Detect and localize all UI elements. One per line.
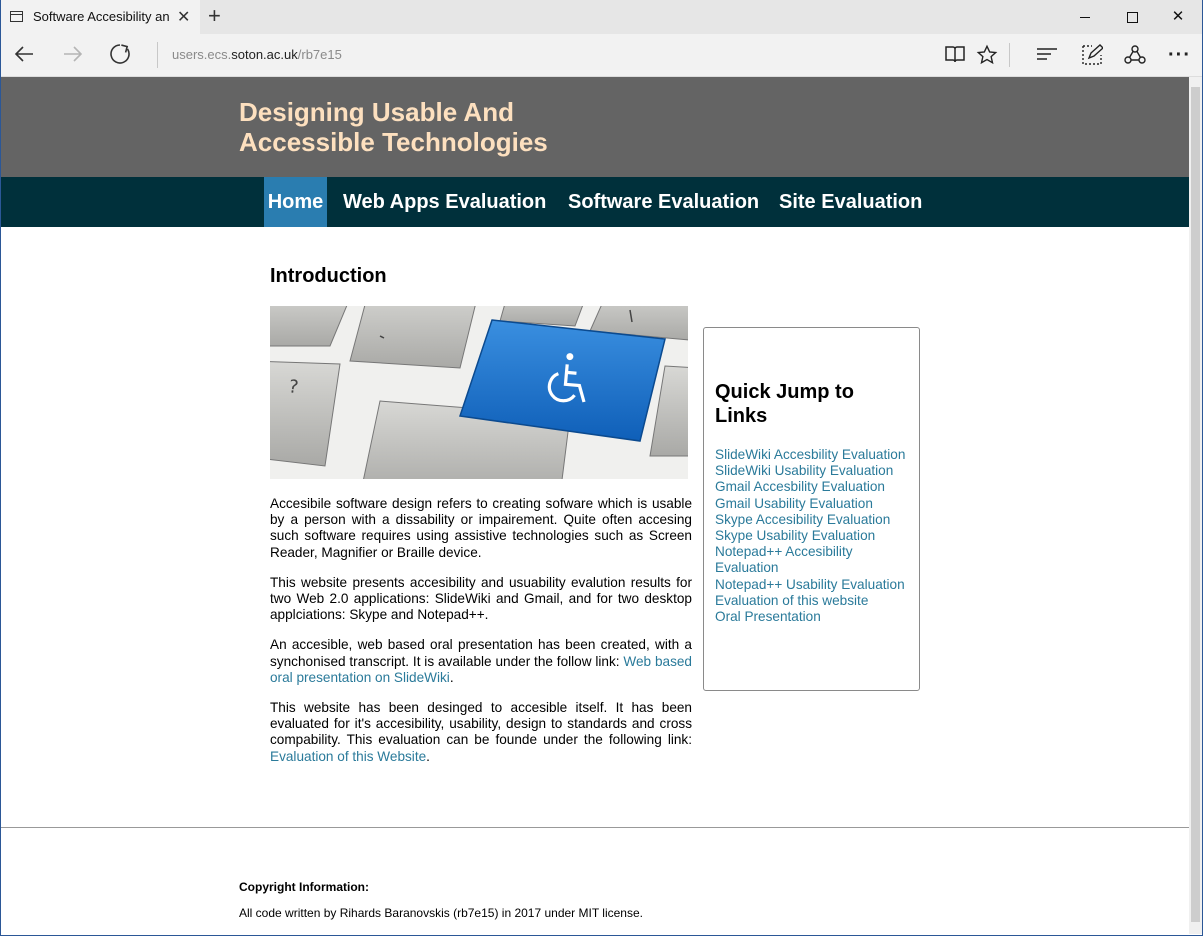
quick-link-slidewiki-accessibility[interactable]: SlideWiki Accesbility Evaluation	[715, 447, 905, 462]
list-item: Notepad++ Accesibility Evaluation	[715, 544, 911, 576]
quick-link-skype-accessibility[interactable]: Skype Accesibility Evaluation	[715, 512, 890, 527]
browser-window: Software Accesibility an ✕ + ✕ users.ecs…	[0, 0, 1203, 936]
web-note-icon[interactable]	[1081, 44, 1105, 72]
favorite-star-icon[interactable]	[976, 44, 998, 72]
quick-link-notepad-accessibility[interactable]: Notepad++ Accesibility Evaluation	[715, 544, 853, 575]
divider	[1009, 43, 1010, 67]
introduction-heading: Introduction	[270, 265, 387, 287]
quick-link-oral-presentation[interactable]: Oral Presentation	[715, 609, 821, 624]
site-title-line-1: Designing Usable And	[239, 97, 514, 127]
list-item: Skype Usability Evaluation	[715, 528, 911, 544]
site-navigation: Home Web Apps Evaluation Software Evalua…	[1, 177, 1189, 227]
quick-link-gmail-accessibility[interactable]: Gmail Accesbility Evaluation	[715, 479, 885, 494]
website-evaluation-link[interactable]: Evaluation of this Website	[270, 749, 426, 764]
list-item: Notepad++ Usability Evaluation	[715, 577, 911, 593]
more-icon[interactable]: ···	[1168, 44, 1191, 67]
nav-link-site-evaluation[interactable]: Site Evaluation	[779, 177, 922, 227]
nav-link-software-evaluation[interactable]: Software Evaluation	[568, 177, 759, 227]
list-item: Gmail Accesbility Evaluation	[715, 479, 911, 495]
site-title-line-2: Accessible Technologies	[239, 127, 548, 157]
nav-link-home[interactable]: Home	[264, 177, 327, 227]
vertical-scrollbar[interactable]	[1189, 77, 1202, 934]
url-host: soton.ac.uk	[231, 47, 298, 62]
hub-icon[interactable]	[1036, 44, 1058, 70]
url-field[interactable]: users.ecs.soton.ac.uk/rb7e15	[172, 47, 342, 62]
nav-link-web-apps-evaluation[interactable]: Web Apps Evaluation	[343, 177, 546, 227]
keyboard-image-drawing: ?	[270, 306, 688, 479]
tab-title: Software Accesibility an	[33, 9, 170, 24]
paragraph-3: An accesible, web based oral presentatio…	[270, 637, 692, 686]
paragraph-2: This website presents accesibility and u…	[270, 574, 692, 623]
paragraph-3-end: .	[449, 669, 454, 685]
footer-divider	[1, 827, 1189, 828]
footer-copyright-text: All code written by Rihards Baranovskis …	[239, 906, 643, 920]
site-header: Designing Usable And Accessible Technolo…	[1, 77, 1189, 177]
close-icon: ✕	[1171, 8, 1185, 25]
browser-tab[interactable]: Software Accesibility an ✕	[1, 0, 200, 34]
divider	[157, 42, 158, 68]
quick-links-list: SlideWiki Accesbility Evaluation SlideWi…	[715, 447, 911, 625]
paragraph-4-end: .	[426, 748, 430, 764]
share-icon[interactable]	[1124, 44, 1146, 72]
web-page: Designing Usable And Accessible Technolo…	[1, 77, 1189, 934]
page-icon	[10, 11, 23, 22]
forward-arrow-icon[interactable]	[61, 42, 85, 72]
footer-title: Copyright Information:	[239, 880, 369, 894]
paragraph-4: This website has been desinged to accesi…	[270, 700, 692, 765]
quick-link-notepad-usability[interactable]: Notepad++ Usability Evaluation	[715, 577, 905, 592]
list-item: SlideWiki Accesbility Evaluation	[715, 447, 911, 463]
address-bar-row: users.ecs.soton.ac.uk/rb7e15 ···	[1, 34, 1202, 77]
quick-link-gmail-usability[interactable]: Gmail Usability Evaluation	[715, 496, 873, 511]
back-arrow-icon[interactable]	[12, 42, 36, 72]
paragraph-1: Accesibile software design refers to cre…	[270, 496, 692, 560]
accessibility-keyboard-image: ?	[270, 306, 688, 479]
url-path: /rb7e15	[297, 47, 342, 62]
list-item: Gmail Usability Evaluation	[715, 496, 911, 512]
list-item: Evaluation of this website	[715, 593, 911, 609]
list-item: Oral Presentation	[715, 609, 911, 625]
maximize-button[interactable]	[1109, 0, 1155, 34]
new-tab-icon[interactable]: +	[208, 3, 221, 29]
quick-links-box: Quick Jump to Links SlideWiki Accesbilit…	[703, 327, 920, 691]
minimize-icon	[1080, 16, 1090, 18]
scrollbar-thumb[interactable]	[1191, 87, 1200, 922]
list-item: SlideWiki Usability Evaluation	[715, 463, 911, 479]
minimize-button[interactable]	[1062, 0, 1108, 34]
site-title: Designing Usable And Accessible Technolo…	[239, 97, 599, 157]
introduction-article: Accesibile software design refers to cre…	[270, 496, 692, 779]
tab-strip: Software Accesibility an ✕ + ✕	[1, 0, 1202, 34]
close-window-button[interactable]: ✕	[1155, 0, 1201, 34]
quick-link-slidewiki-usability[interactable]: SlideWiki Usability Evaluation	[715, 463, 893, 478]
quick-link-website-evaluation[interactable]: Evaluation of this website	[715, 593, 868, 608]
close-tab-icon[interactable]: ✕	[177, 7, 190, 27]
reading-view-icon[interactable]	[944, 44, 966, 70]
quick-link-skype-usability[interactable]: Skype Usability Evaluation	[715, 528, 875, 543]
maximize-icon	[1126, 11, 1138, 23]
url-prefix: users.ecs.	[172, 47, 232, 62]
list-item: Skype Accesibility Evaluation	[715, 512, 911, 528]
refresh-icon[interactable]	[108, 42, 132, 72]
quick-links-title: Quick Jump to Links	[715, 381, 854, 427]
paragraph-4-text: This website has been desinged to accesi…	[270, 700, 692, 748]
